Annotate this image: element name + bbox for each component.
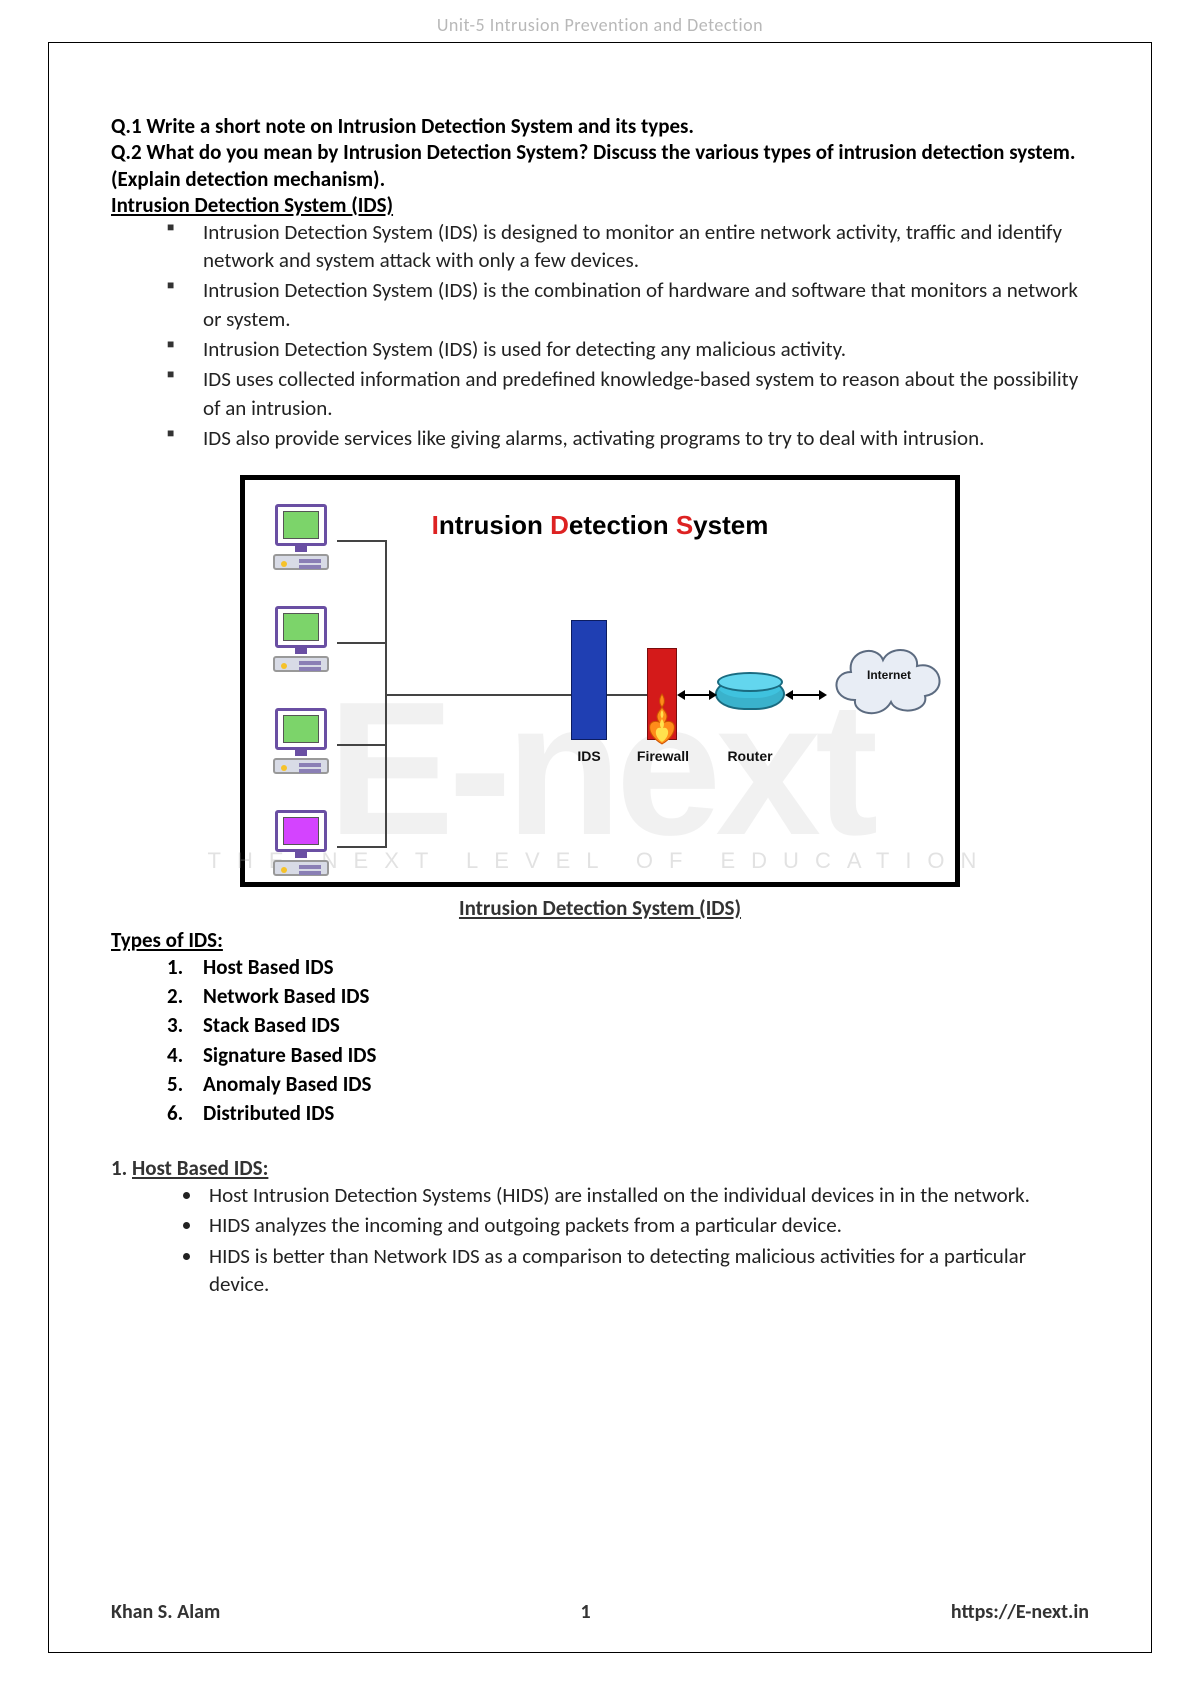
network-line [337,744,385,746]
page-frame: Q.1 Write a short note on Intrusion Dete… [48,42,1152,1653]
type-item: 6.Distributed IDS [167,1099,1089,1128]
type-label: Anomaly Based IDS [203,1071,371,1097]
type-label: Stack Based IDS [203,1012,340,1038]
computer-icon [263,810,339,896]
type-label: Host Based IDS [203,954,334,980]
ids-bullet: Intrusion Detection System (IDS) is desi… [167,218,1089,275]
ids-bullet: Intrusion Detection System (IDS) is used… [167,335,1089,363]
router-icon [715,678,785,710]
firewall-label: Firewall [633,748,693,764]
ids-diagram: E-next THE NEXT LEVEL OF EDUCATION Intru… [240,475,960,887]
host-bullet: HIDS is better than Network IDS as a com… [203,1242,1089,1299]
type-label: Distributed IDS [203,1100,334,1126]
ids-label: IDS [567,748,611,764]
type-item: 4.Signature Based IDS [167,1041,1089,1070]
type-label: Network Based IDS [203,983,369,1009]
type-item: 5.Anomaly Based IDS [167,1070,1089,1099]
diagram-title-word: I [432,510,439,540]
diagram-title: Intrusion Detection System [245,510,955,541]
arrow-line [677,686,717,704]
ids-device-icon [571,620,607,740]
type-label: Signature Based IDS [203,1042,376,1068]
router-label: Router [711,748,789,764]
page-header: Unit-5 Intrusion Prevention and Detectio… [0,14,1200,36]
network-line [337,846,385,848]
page-footer: Khan S. Alam 1 https://E-next.in [111,1590,1089,1624]
ids-bullet: IDS also provide services like giving al… [167,424,1089,452]
computer-icon [263,606,339,692]
type-item: 2.Network Based IDS [167,982,1089,1011]
figure-caption: Intrusion Detection System (IDS) [111,895,1089,921]
footer-page-number: 1 [581,1600,591,1624]
internet-label: Internet [859,668,919,682]
footer-site: https://E-next.in [951,1600,1089,1624]
network-line [337,642,385,644]
host-bullet: Host Intrusion Detection Systems (HIDS) … [203,1181,1089,1209]
section-ids-title: Intrusion Detection System (IDS) [111,192,1089,218]
types-list: 1.Host Based IDS 2.Network Based IDS 3.S… [167,953,1089,1129]
question-1: Q.1 Write a short note on Intrusion Dete… [111,113,1089,139]
diagram-wrap: E-next THE NEXT LEVEL OF EDUCATION Intru… [111,475,1089,921]
computer-icon [263,504,339,590]
types-heading: Types of IDS: [111,927,1089,953]
arrow-line [785,686,827,704]
flame-icon [643,692,681,746]
host-heading: 1. Host Based IDS: [111,1155,1089,1181]
host-bullets: Host Intrusion Detection Systems (HIDS) … [167,1181,1089,1298]
content: Q.1 Write a short note on Intrusion Dete… [111,113,1089,1590]
network-line [337,540,385,542]
computer-icon [263,708,339,794]
host-bullet: HIDS analyzes the incoming and outgoing … [203,1211,1089,1239]
type-item: 3.Stack Based IDS [167,1011,1089,1040]
question-2: Q.2 What do you mean by Intrusion Detect… [111,139,1089,192]
network-line [607,694,647,696]
host-heading-text: Host Based IDS: [132,1155,268,1181]
ids-bullet-list: Intrusion Detection System (IDS) is desi… [167,218,1089,453]
footer-author: Khan S. Alam [111,1600,220,1624]
type-item: 1.Host Based IDS [167,953,1089,982]
ids-bullet: IDS uses collected information and prede… [167,365,1089,422]
ids-bullet: Intrusion Detection System (IDS) is the … [167,276,1089,333]
host-heading-num: 1. [111,1155,132,1181]
network-line [385,694,571,696]
